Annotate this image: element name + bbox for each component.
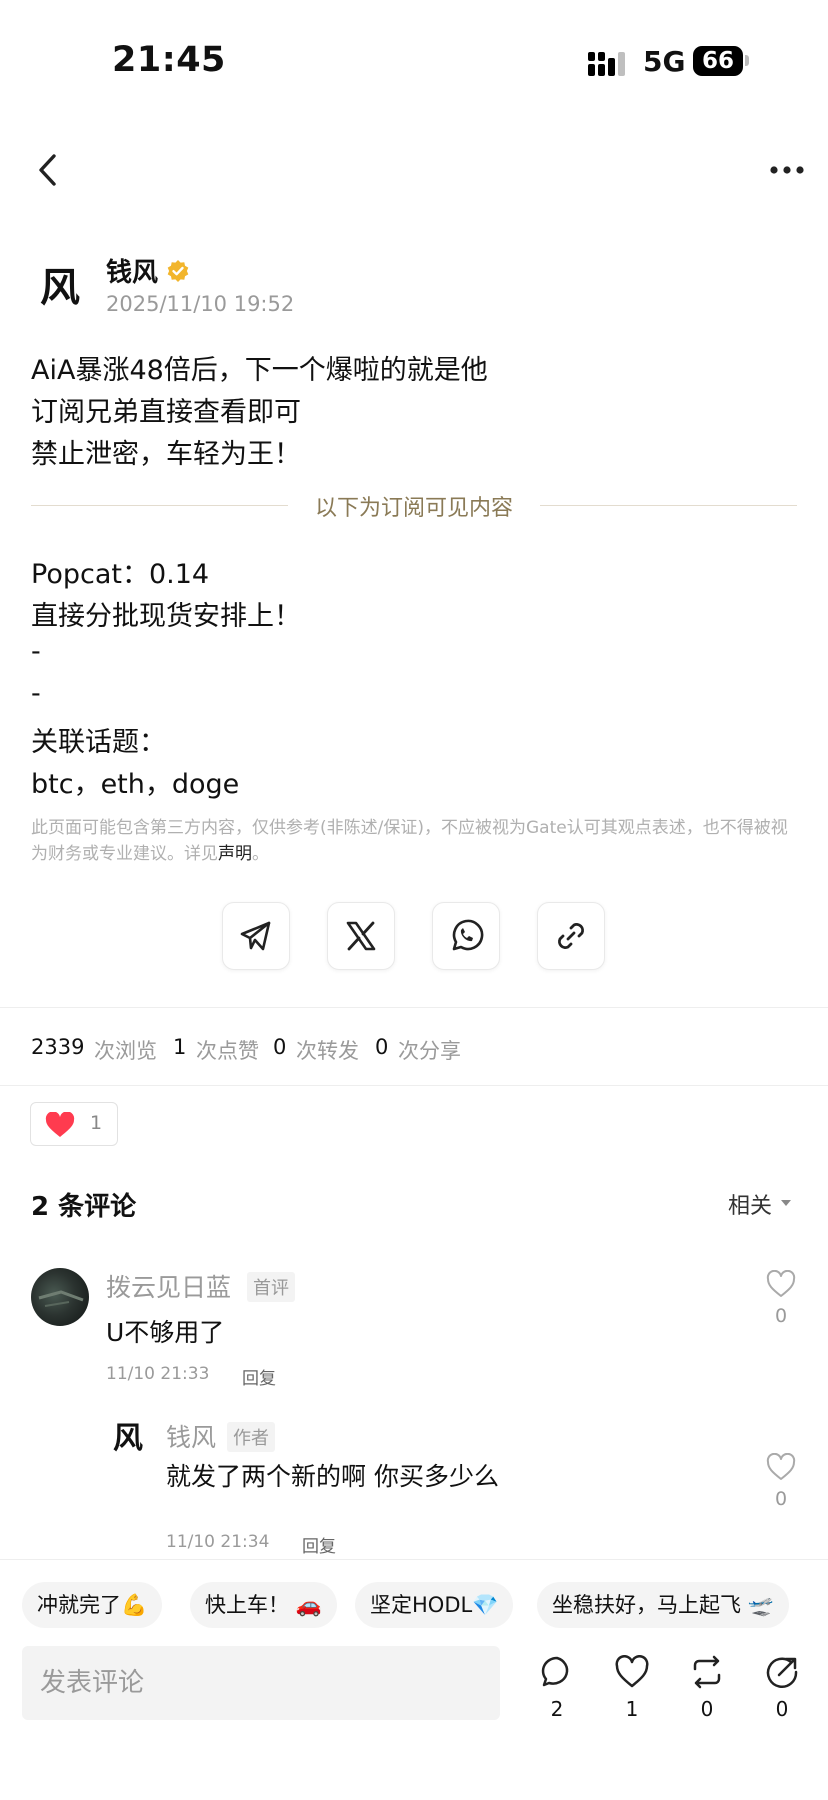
x-icon [346,921,376,951]
likes-label: 次点赞 [196,1039,259,1063]
repost-icon[interactable] [690,1655,724,1689]
sort-dropdown[interactable]: 相关 [728,1188,772,1220]
battery-indicator: 66 [693,46,743,76]
reply-author-avatar[interactable]: 风 [106,1417,150,1461]
commenter-name[interactable]: 拨云见日蓝 [106,1268,231,1304]
views-count: 2339 [31,1035,85,1059]
comment-time: 11/10 21:34 [166,1532,270,1552]
comment-input[interactable]: 发表评论 [22,1646,500,1720]
reaction-count: 1 [90,1112,103,1134]
status-time: 21:45 [112,40,226,80]
disclaimer-end: 。 [252,844,269,864]
like-icon[interactable] [615,1655,649,1689]
quick-reply-chip[interactable]: 冲就完了💪 [22,1582,163,1628]
reposts-count: 0 [273,1035,287,1059]
like-count: 1 [625,1697,639,1721]
post-text-line: Popcat：0.14 [31,559,210,590]
quick-reply-chip[interactable]: 快上车！ 🚗 [190,1582,337,1628]
post-text-line: btc，eth，doge [31,769,240,800]
post-text-line: 禁止泄密，车轻为王！ [31,439,301,470]
disclaimer: 此页面可能包含第三方内容，仅供参考(非陈述/保证)，不应被视为Gate认可其观点… [31,815,791,867]
comment-icon[interactable] [540,1655,574,1689]
views-label: 次浏览 [94,1039,157,1063]
reposts-label: 次转发 [296,1039,359,1063]
share-whatsapp-button[interactable] [432,902,500,970]
post-text-line: 订阅兄弟直接查看即可 [31,397,301,428]
post-timestamp: 2025/11/10 19:52 [106,292,295,316]
author-avatar[interactable]: 风 [30,258,90,318]
heart-filled-icon [45,1112,75,1137]
section-divider [0,1085,828,1086]
comment-time: 11/10 21:33 [106,1364,210,1384]
more-options-icon[interactable] [768,158,808,182]
comment-like-count: 0 [774,1488,788,1510]
comment-like-icon[interactable] [766,1453,796,1481]
comment-count: 2 [550,1697,564,1721]
quick-reply-chip[interactable]: 坚定HODL💎 [355,1582,514,1628]
share-count: 0 [775,1697,789,1721]
post-text-line: - [31,678,41,709]
share-telegram-button[interactable] [222,902,290,970]
disclaimer-text: 此页面可能包含第三方内容，仅供参考(非陈述/保证)，不应被视为Gate认可其观点… [31,818,788,864]
author-badge: 作者 [227,1422,275,1452]
whatsapp-icon [452,919,484,951]
caret-down-icon [781,1200,791,1206]
network-type: 5G [643,45,686,78]
post-text-line: 直接分批现货安排上！ [31,601,301,632]
reply-button[interactable]: 回复 [242,1364,276,1389]
share-icon[interactable] [765,1655,799,1689]
post-text-line: AiA暴涨48倍后，下一个爆啦的就是他 [31,355,488,386]
share-x-button[interactable] [327,902,395,970]
comments-title: 2 条评论 [31,1192,137,1222]
comment-like-icon[interactable] [766,1270,796,1298]
shares-label: 次分享 [398,1039,461,1063]
disclaimer-link[interactable]: 声明 [218,844,252,864]
section-divider [0,1559,828,1560]
back-icon[interactable] [34,152,64,188]
likes-count: 1 [173,1035,187,1059]
shares-count: 0 [375,1035,389,1059]
repost-count: 0 [700,1697,714,1721]
quick-reply-chip[interactable]: 坐稳扶好，马上起飞 🛫 [537,1582,789,1628]
cellular-signal-icon [588,52,625,76]
section-divider [0,1007,828,1008]
divider-line [31,505,288,506]
commenter-avatar[interactable] [31,1268,89,1326]
avatar-image-icon [38,1290,84,1307]
link-icon [558,923,584,949]
first-comment-badge: 首评 [247,1272,295,1302]
telegram-icon [240,921,271,951]
subscriber-divider-label: 以下为订阅可见内容 [314,496,513,521]
battery-nub [745,55,749,66]
post-text-line: - [31,636,41,667]
reply-button[interactable]: 回复 [302,1532,336,1557]
comment-text: 就发了两个新的啊 你买多少么 [166,1462,499,1491]
comment-like-count: 0 [774,1305,788,1327]
divider-line [540,505,797,506]
verified-badge-icon [167,260,189,282]
copy-link-button[interactable] [537,902,605,970]
post-text-line: 关联话题： [31,727,166,758]
reaction-chip[interactable]: 1 [30,1102,118,1146]
author-name[interactable]: 钱风 [106,252,158,289]
reply-author-name[interactable]: 钱风 [166,1418,216,1454]
comment-text: U不够用了 [106,1318,225,1347]
